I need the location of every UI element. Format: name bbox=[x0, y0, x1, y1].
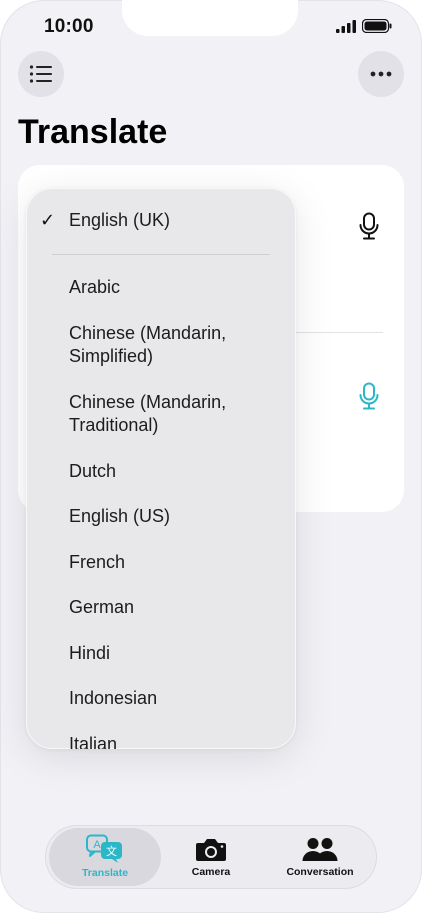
tab-translate[interactable]: A 文 Translate bbox=[49, 828, 161, 886]
tab-conversation-label: Conversation bbox=[286, 866, 354, 878]
language-list: Arabic Chinese (Mandarin, Simplified) Ch… bbox=[26, 276, 296, 749]
menu-separator bbox=[52, 254, 270, 255]
ellipsis-icon bbox=[370, 71, 392, 77]
notch bbox=[122, 0, 298, 36]
list-icon bbox=[29, 65, 52, 83]
language-option-selected[interactable]: ✓ English (UK) bbox=[26, 188, 296, 254]
camera-icon bbox=[196, 839, 226, 861]
translate-icon: A 文 bbox=[86, 834, 122, 863]
battery-icon bbox=[362, 19, 392, 33]
source-mic-icon[interactable] bbox=[358, 212, 380, 240]
people-icon bbox=[302, 838, 338, 861]
language-option-french[interactable]: French bbox=[26, 551, 296, 575]
language-dropdown: ✓ English (UK) Arabic Chinese (Mandarin,… bbox=[26, 188, 296, 749]
page-title: Translate bbox=[18, 113, 168, 151]
signal-icon bbox=[336, 19, 356, 33]
language-option-dutch[interactable]: Dutch bbox=[26, 460, 296, 484]
language-option-chinese-traditional[interactable]: Chinese (Mandarin, Traditional) bbox=[26, 391, 296, 438]
language-option-hindi[interactable]: Hindi bbox=[26, 642, 296, 666]
language-option-italian[interactable]: Italian bbox=[26, 733, 296, 750]
status-icons bbox=[336, 19, 392, 33]
svg-text:A: A bbox=[93, 839, 101, 851]
svg-text:文: 文 bbox=[106, 844, 117, 858]
checkmark-icon: ✓ bbox=[40, 210, 56, 230]
tab-translate-label: Translate bbox=[81, 867, 129, 879]
tab-bar: A 文 Translate Camera Conversation bbox=[45, 825, 377, 889]
language-option-indonesian[interactable]: Indonesian bbox=[26, 687, 296, 711]
more-options-button[interactable] bbox=[358, 51, 404, 97]
language-option-english-us[interactable]: English (US) bbox=[26, 505, 296, 529]
target-mic-icon[interactable] bbox=[358, 382, 380, 410]
status-time: 10:00 bbox=[44, 16, 94, 37]
tab-camera[interactable]: Camera bbox=[163, 828, 259, 886]
tab-camera-label: Camera bbox=[191, 866, 231, 878]
selected-language-label: English (UK) bbox=[69, 210, 171, 230]
language-option-german[interactable]: German bbox=[26, 596, 296, 620]
tab-conversation[interactable]: Conversation bbox=[267, 828, 373, 886]
menu-list-button[interactable] bbox=[18, 51, 64, 97]
phone-screen: 10:00 Translate ✓ English (UK) Arabic Ch… bbox=[0, 0, 422, 913]
language-option-arabic[interactable]: Arabic bbox=[26, 276, 296, 300]
language-option-chinese-simplified[interactable]: Chinese (Mandarin, Simplified) bbox=[26, 322, 296, 369]
